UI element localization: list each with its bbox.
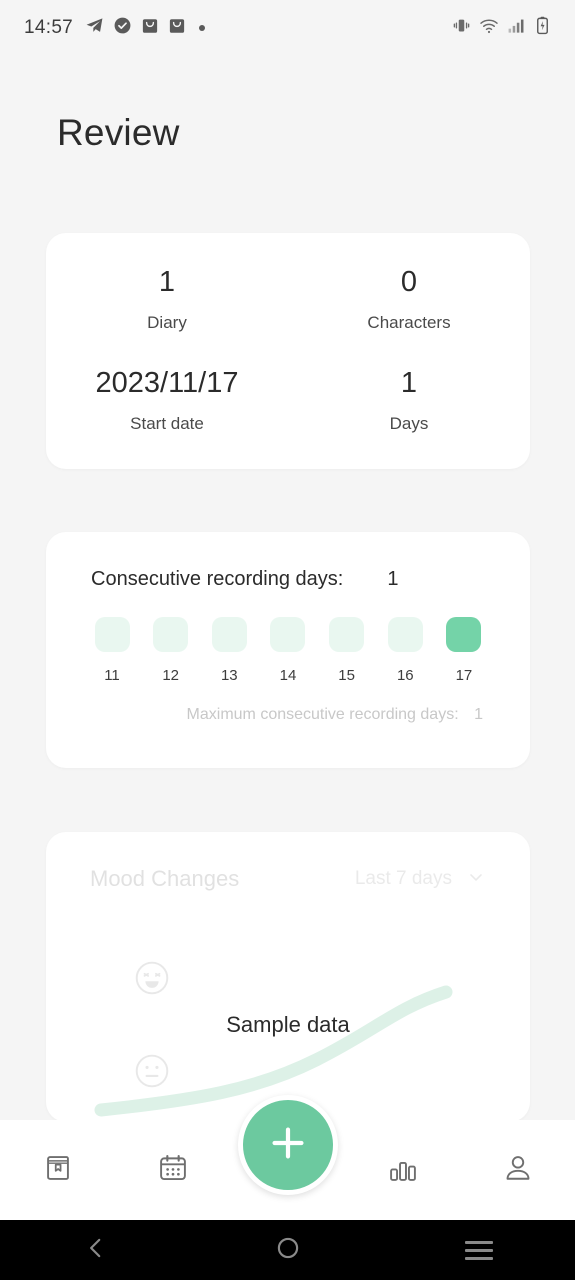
chevron-left-icon (83, 1235, 109, 1266)
streak-max-label: Maximum consecutive recording days: (186, 706, 459, 723)
streak-day-14[interactable]: 14 (268, 617, 308, 684)
streak-day-box (446, 617, 482, 652)
android-system-navigation (0, 1220, 575, 1280)
status-bar-clock: 14:57 (24, 17, 74, 38)
phone-screen: 14:57 Review 1 Diary 0 Characters 2023/1… (0, 0, 575, 1280)
mail-icon (168, 17, 186, 40)
plus-icon (265, 1120, 311, 1171)
wifi-icon (479, 16, 499, 41)
streak-card: Consecutive recording days: 1 11 12 13 1… (46, 532, 530, 768)
mood-card-title: Mood Changes (90, 866, 240, 891)
stat-label: Start date (130, 414, 204, 434)
check-circle-icon (113, 16, 132, 40)
system-home-button[interactable] (192, 1235, 384, 1266)
calendar-icon (156, 1151, 190, 1190)
system-recents-button[interactable] (383, 1240, 575, 1260)
stat-label: Diary (147, 313, 187, 333)
nav-item-diary[interactable] (0, 1120, 115, 1220)
page-title: Review (57, 112, 180, 153)
status-bar: 14:57 (0, 0, 575, 56)
streak-day-grid: 11 12 13 14 15 16 17 (46, 591, 530, 684)
book-icon (41, 1151, 75, 1190)
status-bar-notification-icons (85, 16, 206, 40)
stat-value: 1 (158, 266, 176, 298)
streak-day-number: 17 (455, 667, 473, 684)
streak-value: 1 (387, 568, 399, 590)
streak-max-value: 1 (474, 706, 483, 723)
mood-range-label: Last 7 days (354, 868, 452, 889)
status-bar-system-icons (452, 16, 551, 41)
chevron-down-icon (466, 867, 486, 892)
streak-day-box (387, 617, 423, 652)
streak-day-15[interactable]: 15 (327, 617, 367, 684)
person-icon (501, 1151, 535, 1190)
streak-day-number: 12 (162, 667, 179, 684)
streak-day-16[interactable]: 16 (385, 617, 425, 684)
streak-day-11[interactable]: 11 (92, 617, 132, 684)
streak-day-number: 11 (104, 667, 120, 684)
circle-icon (275, 1235, 301, 1266)
streak-day-box (153, 617, 189, 652)
happy-face-icon (134, 960, 170, 1001)
streak-day-number: 15 (338, 667, 355, 684)
nav-item-profile[interactable] (460, 1120, 575, 1220)
streak-day-box (211, 617, 247, 652)
stat-value: 1 (400, 367, 418, 399)
stat-diary: 1 Diary (46, 263, 288, 350)
streak-day-17[interactable]: 17 (444, 617, 484, 684)
neutral-face-icon (134, 1053, 170, 1094)
dot-icon (199, 25, 206, 31)
streak-day-12[interactable]: 12 (151, 617, 191, 684)
menu-icon (465, 1240, 494, 1260)
streak-day-number: 16 (396, 667, 414, 684)
streak-day-number: 13 (220, 667, 238, 684)
stat-label: Days (389, 414, 429, 434)
mood-range-selector[interactable]: Last 7 days (355, 867, 486, 892)
stat-label: Characters (367, 313, 451, 333)
mood-card-header: Mood Changes Last 7 days (46, 832, 530, 892)
battery-charging-icon (534, 16, 551, 40)
vibrate-icon (452, 16, 471, 40)
streak-label: Consecutive recording days: (91, 568, 344, 590)
nav-item-calendar[interactable] (115, 1120, 230, 1220)
streak-header: Consecutive recording days: 1 (46, 532, 530, 591)
signal-icon (507, 16, 526, 40)
stat-days: 1 Days (288, 364, 530, 451)
nav-item-statistics[interactable] (345, 1120, 460, 1220)
streak-day-box (94, 617, 130, 652)
streak-day-box (329, 617, 365, 652)
stat-start-date: 2023/11/17 Start date (46, 364, 288, 451)
mood-changes-card: Mood Changes Last 7 days Sample data (46, 832, 530, 1122)
stat-value: 0 (400, 266, 418, 298)
streak-day-box (270, 617, 306, 652)
streak-day-number: 14 (279, 667, 297, 684)
stat-characters: 0 Characters (288, 263, 530, 350)
streak-day-13[interactable]: 13 (209, 617, 249, 684)
system-back-button[interactable] (0, 1235, 192, 1266)
stats-card: 1 Diary 0 Characters 2023/11/17 Start da… (46, 233, 530, 469)
stat-value: 2023/11/17 (95, 367, 239, 399)
sample-data-label: Sample data (226, 1012, 350, 1037)
mail-icon (141, 17, 159, 40)
add-entry-fab[interactable] (238, 1095, 338, 1195)
bar-chart-icon (386, 1151, 420, 1190)
telegram-icon (85, 16, 104, 40)
streak-max-row: Maximum consecutive recording days: 1 (46, 684, 530, 724)
